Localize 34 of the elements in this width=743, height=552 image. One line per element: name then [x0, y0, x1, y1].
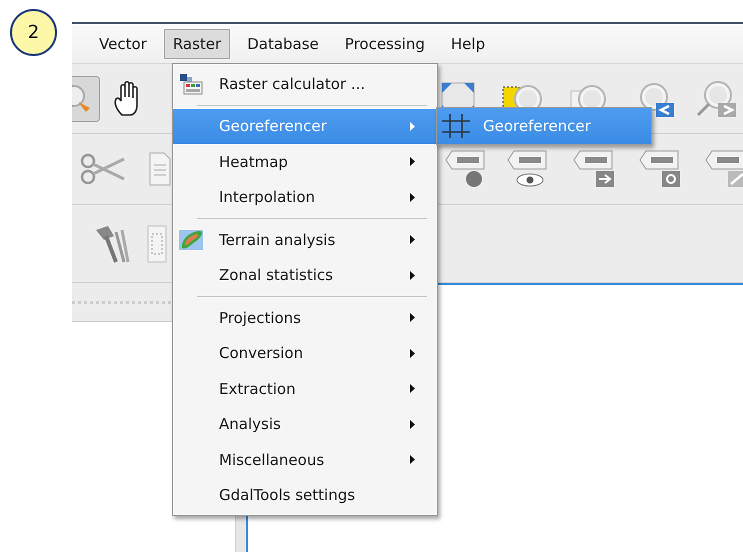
- submenu-arrow-icon: [410, 455, 415, 464]
- zoom-next-icon[interactable]: [694, 78, 738, 118]
- label-pin-icon[interactable]: [444, 149, 486, 189]
- grid-icon: [441, 112, 471, 139]
- step-badge: 2: [10, 9, 57, 56]
- submenu-arrow-icon: [410, 122, 415, 131]
- menu-bar-item[interactable]: Vector: [90, 28, 156, 58]
- submenu-arrow-icon: [410, 157, 415, 166]
- submenu-arrow-icon: [410, 384, 415, 394]
- submenu-arrow-icon: [410, 348, 415, 358]
- menu-item[interactable]: Miscellaneous: [173, 442, 437, 478]
- menu-item[interactable]: Projections: [173, 300, 437, 336]
- menu-item[interactable]: Extraction: [173, 371, 437, 406]
- terrain-icon: [179, 228, 205, 252]
- submenu-arrow-icon: [410, 270, 415, 280]
- menu-item[interactable]: Interpolation: [173, 180, 437, 215]
- menu-item[interactable]: Heatmap: [173, 144, 437, 180]
- submenu-arrow-icon: [410, 192, 415, 202]
- submenu-arrow-icon: [410, 420, 415, 429]
- menu-item[interactable]: Raster calculator ...: [173, 66, 437, 102]
- menu-item[interactable]: Zonal statistics: [173, 258, 437, 293]
- submenu-arrow-icon: [410, 235, 415, 244]
- menu-item[interactable]: GdalTools settings: [173, 478, 437, 513]
- menu-bar-item[interactable]: Database: [238, 28, 328, 58]
- calculator-icon: [179, 72, 203, 95]
- menu-bar-item[interactable]: Help: [442, 28, 494, 58]
- menu-bar-item[interactable]: Raster: [164, 28, 230, 58]
- submenu-arrow-icon: [410, 313, 415, 322]
- label-edit-icon[interactable]: [704, 149, 743, 189]
- menu-item[interactable]: Terrain analysis: [173, 222, 437, 258]
- menu-item[interactable]: Analysis: [173, 406, 437, 442]
- zoom-button[interactable]: [72, 76, 100, 122]
- menu-bar-item[interactable]: Processing: [336, 28, 434, 58]
- menu-item[interactable]: Conversion: [173, 336, 437, 371]
